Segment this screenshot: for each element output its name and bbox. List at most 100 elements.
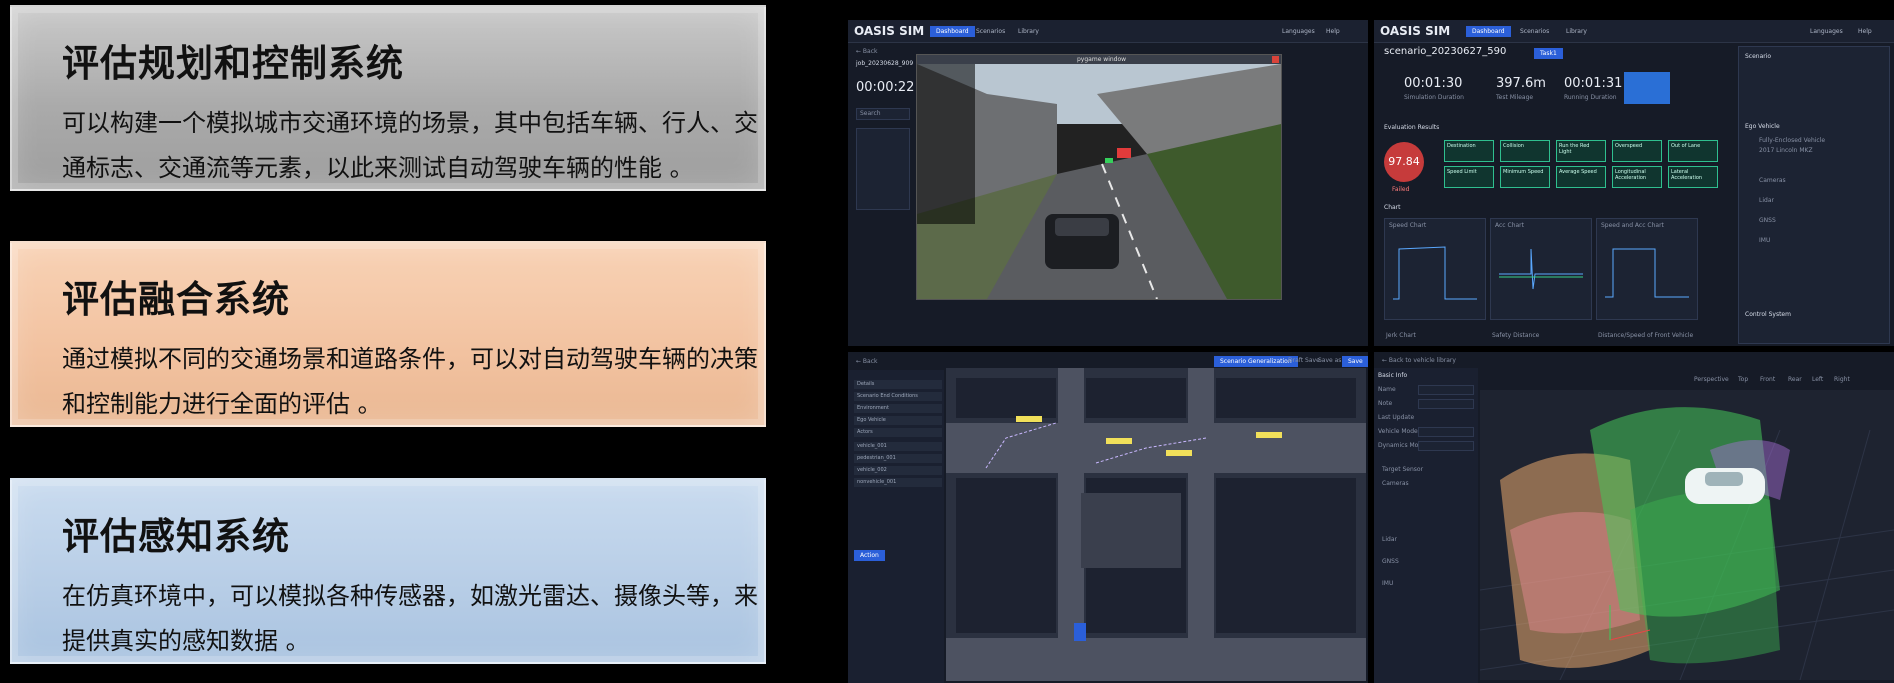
- card-title: 评估融合系统: [62, 278, 290, 321]
- tree-item[interactable]: Environment: [854, 404, 942, 413]
- form-field: Note: [1378, 400, 1393, 407]
- pygame-window[interactable]: pygame window: [916, 54, 1282, 300]
- speed-acc-chart: Speed and Acc Chart: [1596, 218, 1698, 320]
- generalization-button[interactable]: Scenario Generalization: [1214, 356, 1298, 367]
- sensor-group[interactable]: Target Sensor: [1382, 466, 1423, 473]
- block: [1216, 378, 1356, 418]
- road-horizontal: [946, 423, 1366, 473]
- tree-item[interactable]: nonvehicle_001: [854, 478, 942, 487]
- road-vertical: [1188, 368, 1214, 681]
- tab-library[interactable]: Library: [1560, 26, 1593, 37]
- languages-link[interactable]: Languages: [1804, 26, 1849, 37]
- stat-value: 00:01:31: [1564, 76, 1623, 91]
- speed-series-line: [1393, 246, 1477, 300]
- task-badge: Task1: [1534, 48, 1563, 59]
- tab-scenarios[interactable]: Scenarios: [1514, 26, 1555, 37]
- report-sidebar: Scenario Ego Vehicle Fully-Enclosed Vehi…: [1738, 46, 1890, 344]
- metric-cell: Speed Limit: [1444, 166, 1494, 188]
- sidebar-section[interactable]: Scenario: [1745, 53, 1771, 60]
- back-link[interactable]: ← Back to vehicle library: [1382, 357, 1456, 364]
- view-option[interactable]: Perspective: [1694, 376, 1729, 383]
- chart-title: Distance/Speed of Front Vehicle: [1598, 332, 1694, 339]
- tree-item[interactable]: vehicle_002: [854, 466, 942, 475]
- save-button[interactable]: Save: [1342, 356, 1368, 367]
- sensor-group[interactable]: Lidar: [1382, 536, 1397, 543]
- help-link[interactable]: Help: [1320, 26, 1346, 37]
- event-list: [856, 128, 910, 210]
- tree-item[interactable]: Ego Vehicle: [854, 416, 942, 425]
- pedestrian-popup: [1081, 493, 1181, 568]
- tree-item[interactable]: Actors: [854, 428, 942, 437]
- tree-item[interactable]: Details: [854, 380, 942, 389]
- tree-item[interactable]: vehicle_001: [854, 442, 942, 451]
- view-option[interactable]: Top: [1738, 376, 1748, 383]
- sensor-config-panel: ← Back to vehicle library Basic Info Nam…: [1374, 352, 1894, 683]
- card-body: 在仿真环境中，可以模拟各种传感器，如激光雷达、摄像头等，来提供真实的感知数据 。: [62, 582, 758, 655]
- name-input[interactable]: [1418, 385, 1474, 395]
- sensor-3d-view[interactable]: [1480, 390, 1894, 680]
- scenario-name: scenario_20230627_590: [1384, 46, 1507, 57]
- action-button[interactable]: Action: [854, 550, 885, 561]
- sensor-group[interactable]: IMU: [1382, 580, 1393, 587]
- stat-label: Test Mileage: [1496, 94, 1534, 101]
- sensor-item: Cameras: [1759, 177, 1786, 184]
- vehicle-model-select[interactable]: [1418, 427, 1474, 437]
- block: [956, 378, 1056, 418]
- form-section: Basic Info: [1378, 372, 1408, 379]
- dynamics-model-select[interactable]: [1418, 441, 1474, 451]
- save-as-button[interactable]: Save as: [1318, 357, 1341, 364]
- green-path-marker: [1105, 158, 1113, 163]
- test-report-panel: OASIS SIM Dashboard Scenarios Library La…: [1374, 20, 1894, 346]
- view-option[interactable]: Rear: [1788, 376, 1802, 383]
- card-body: 通过模拟不同的交通场景和道路条件，可以对自动驾驶车辆的决策和控制能力进行全面的评…: [62, 345, 758, 418]
- tree-item[interactable]: pedestrian_001: [854, 454, 942, 463]
- sensor-item: GNSS: [1759, 217, 1776, 224]
- scenario-tree: Details Scenario End Conditions Environm…: [848, 370, 944, 683]
- close-icon[interactable]: [1272, 56, 1279, 63]
- acc-chart-plot: [1499, 248, 1583, 290]
- card-title: 评估规划和控制系统: [62, 42, 404, 85]
- note-input[interactable]: [1418, 399, 1474, 409]
- info-overlay: [917, 64, 975, 224]
- window-title: pygame window: [1077, 56, 1127, 63]
- view-toolbar: Perspective Top Front Rear Left Right: [1694, 376, 1890, 386]
- sensor-group[interactable]: Cameras: [1382, 480, 1409, 487]
- languages-link[interactable]: Languages: [1276, 26, 1321, 37]
- top-bar: OASIS SIM Dashboard Scenarios Library La…: [1374, 20, 1894, 43]
- tab-dashboard[interactable]: Dashboard: [930, 26, 975, 37]
- acc-chart: Acc Chart: [1490, 218, 1592, 320]
- ego-model: 2017 Lincoln MKZ: [1759, 147, 1813, 154]
- sidebar-section[interactable]: Control System: [1745, 311, 1791, 318]
- sensor-fov-green-2: [1630, 492, 1780, 664]
- draft-save-button[interactable]: Draft Save: [1288, 357, 1320, 364]
- chart-section-title: Chart: [1384, 204, 1401, 211]
- card-fusion: 评估融合系统 通过模拟不同的交通场景和道路条件，可以对自动驾驶车辆的决策和控制能…: [10, 241, 766, 427]
- vehicle-tag: [1106, 438, 1132, 444]
- vehicle-tag: [1016, 416, 1042, 422]
- sidebar-section[interactable]: Ego Vehicle: [1745, 123, 1780, 130]
- tab-library[interactable]: Library: [1012, 26, 1045, 37]
- view-option[interactable]: Left: [1812, 376, 1823, 383]
- actor-marker: [1074, 623, 1086, 641]
- scenario-editor-panel: ← Back Details Scenario End Conditions E…: [848, 352, 1368, 683]
- metric-cell: Run the Red Light: [1556, 140, 1606, 162]
- view-option[interactable]: Front: [1760, 376, 1775, 383]
- tab-dashboard[interactable]: Dashboard: [1466, 26, 1511, 37]
- metric-cell: Destination: [1444, 140, 1494, 162]
- window-titlebar: pygame window: [917, 55, 1281, 64]
- road-horizontal: [946, 638, 1366, 681]
- back-link[interactable]: ← Back: [856, 48, 878, 55]
- tree-item[interactable]: Scenario End Conditions: [854, 392, 942, 401]
- road-map-canvas[interactable]: [946, 368, 1366, 681]
- help-link[interactable]: Help: [1852, 26, 1878, 37]
- tab-scenarios[interactable]: Scenarios: [970, 26, 1011, 37]
- sensor-group[interactable]: GNSS: [1382, 558, 1399, 565]
- speed-acc-chart-plot: [1605, 248, 1689, 298]
- form-field: Last Update: [1378, 414, 1415, 421]
- form-field: Name: [1378, 386, 1396, 393]
- view-option[interactable]: Right: [1834, 376, 1850, 383]
- vehicle-tag: [1256, 432, 1282, 438]
- back-link[interactable]: ← Back: [856, 358, 878, 365]
- card-planning-control: 评估规划和控制系统 可以构建一个模拟城市交通环境的场景，其中包括车辆、行人、交通…: [10, 5, 766, 191]
- search-input[interactable]: Search: [856, 108, 910, 120]
